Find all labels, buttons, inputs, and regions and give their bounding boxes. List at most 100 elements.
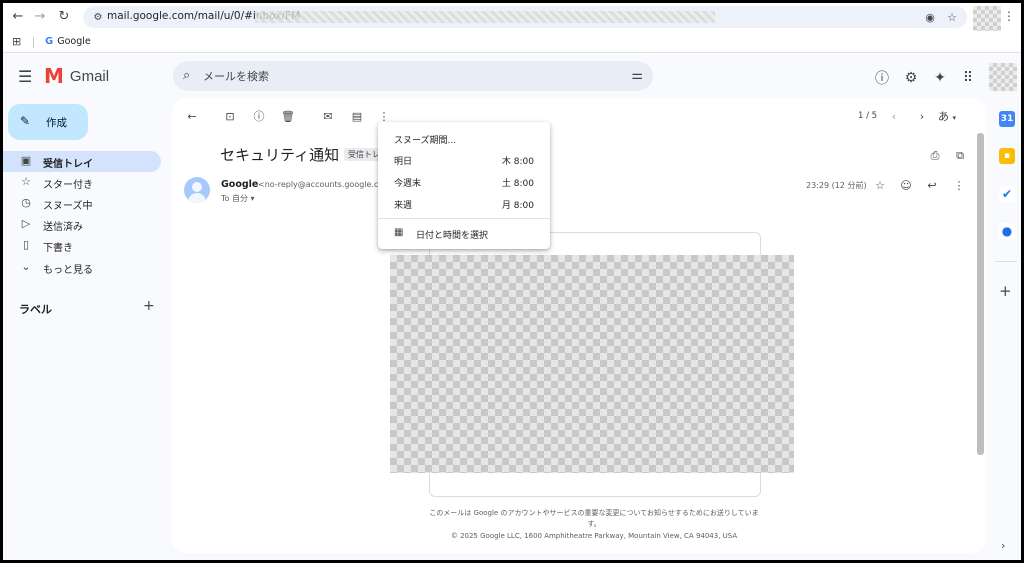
pager-text: 1 / 5	[858, 111, 878, 121]
main-menu-icon[interactable]: ☰	[18, 67, 32, 86]
pick-date-time-label: 日付と時間を選択	[416, 231, 489, 241]
sidebar-item-label: 受信トレイ	[43, 159, 93, 170]
bookmark-google[interactable]: G Google	[45, 36, 91, 47]
back-to-inbox-icon[interactable]: ←	[184, 108, 200, 124]
gemini-sparkle-icon[interactable]: ✦	[931, 69, 949, 87]
bookmark-google-label: Google	[57, 36, 91, 47]
settings-gear-icon[interactable]: ⚙	[902, 69, 920, 87]
draft-icon: ▯	[22, 238, 30, 251]
sidebar-item-snoozed[interactable]: ◷ スヌーズ中	[3, 193, 161, 214]
snooze-option-time: 木 8:00	[501, 157, 534, 167]
snooze-option-next-week[interactable]: 来週 月 8:00	[378, 194, 550, 214]
gmail-m-icon: M	[44, 64, 64, 88]
search-options-icon[interactable]: ⚌	[631, 68, 643, 83]
snooze-option-tomorrow[interactable]: 明日 木 8:00	[378, 150, 550, 170]
caret-down-icon: ▾	[952, 114, 957, 122]
snooze-menu: スヌーズ期間... 明日 木 8:00 今週末 土 8:00 来週 月 8:00…	[378, 122, 550, 249]
email-subject: セキュリティ通知	[220, 146, 340, 164]
delete-icon[interactable]: 🗑	[280, 108, 296, 124]
back-arrow-icon[interactable]: ←	[9, 7, 27, 25]
gmail-logo[interactable]: M Gmail	[44, 66, 109, 86]
account-avatar[interactable]	[989, 63, 1017, 91]
snooze-option-time: 月 8:00	[501, 201, 534, 211]
pick-date-time-option[interactable]: ▦ 日付と時間を選択	[378, 223, 550, 245]
newer-chevron-icon[interactable]: ‹	[886, 108, 902, 124]
side-panel-divider	[995, 261, 1017, 262]
reply-icon[interactable]: ↩	[925, 178, 939, 192]
search-icon[interactable]: ⌕	[183, 68, 190, 83]
reading-pane: ← ⊡ ⓘ 🗑 ✉ ▤ ⋮ 1 / 5 ‹ › あ ▾ セキュリティ通知 受信ト…	[172, 98, 986, 553]
snooze-option-label: 今週末	[394, 179, 422, 189]
sender-avatar[interactable]	[184, 177, 210, 203]
contacts-app-icon[interactable]: ●	[999, 223, 1015, 239]
report-spam-icon[interactable]: ⓘ	[251, 108, 267, 124]
message-time: 23:29 (12 分前)	[806, 181, 867, 190]
apps-grid-icon[interactable]: ⊞	[12, 35, 21, 48]
move-to-icon[interactable]: ▤	[349, 108, 365, 124]
message-more-icon[interactable]: ⋮	[952, 178, 966, 192]
emoji-reaction-icon[interactable]: ☺	[899, 178, 913, 192]
pencil-icon: ✎	[20, 114, 31, 128]
calendar-icon: ▦	[394, 227, 404, 238]
mark-unread-icon[interactable]: ✉	[320, 108, 336, 124]
get-addons-icon[interactable]: +	[999, 282, 1012, 300]
sidebar-item-label: スター付き	[43, 180, 93, 191]
print-icon[interactable]: ⎙	[928, 149, 942, 163]
help-icon[interactable]: ⓘ	[873, 69, 891, 87]
keep-app-icon[interactable]: ▪	[999, 148, 1015, 164]
input-tools-button[interactable]: あ ▾	[938, 108, 956, 124]
address-bar[interactable]: ⚙ mail.google.com/mail/u/0/#inbox/FM ◉ ☆	[83, 6, 967, 28]
gmail-logo-text: Gmail	[69, 67, 110, 85]
archive-icon[interactable]: ⊡	[222, 108, 238, 124]
recipient-text: To 自分	[221, 194, 248, 203]
site-settings-icon[interactable]: ⚙	[91, 10, 105, 24]
browser-profile-avatar[interactable]	[973, 6, 1001, 34]
older-chevron-icon[interactable]: ›	[914, 108, 930, 124]
add-label-icon[interactable]: +	[143, 298, 155, 314]
caret-down-icon: ▾	[250, 194, 255, 203]
inbox-icon: ▣	[20, 154, 32, 167]
browser-toolbar: ← → ↻ ⚙ mail.google.com/mail/u/0/#inbox/…	[3, 3, 1021, 34]
redacted-email-content	[390, 255, 794, 473]
sidebar-item-starred[interactable]: ☆ スター付き	[3, 172, 161, 193]
scrollbar[interactable]	[977, 133, 984, 455]
clock-icon: ◷	[21, 196, 31, 209]
hide-side-panel-icon[interactable]: ›	[1001, 539, 1005, 552]
email-copyright: © 2025 Google LLC, 1600 Amphitheatre Par…	[450, 532, 738, 540]
compose-button[interactable]: ✎ 作成	[8, 104, 88, 140]
menu-divider	[378, 218, 550, 219]
snooze-option-label: 来週	[394, 201, 413, 211]
search-input[interactable]	[203, 66, 603, 86]
eye-icon[interactable]: ◉	[923, 10, 937, 24]
tasks-app-icon[interactable]: ✔	[999, 186, 1015, 202]
sidebar-item-sent[interactable]: ▷ 送信済み	[3, 214, 161, 235]
recipient-details[interactable]: To 自分 ▾	[221, 193, 255, 204]
bookmark-separator	[33, 37, 34, 48]
bookmark-star-icon[interactable]: ☆	[945, 10, 959, 24]
person-head-icon	[192, 182, 202, 192]
reload-icon[interactable]: ↻	[55, 7, 73, 25]
sidebar-item-inbox[interactable]: ▣ 受信トレイ	[3, 151, 161, 172]
search-bar[interactable]: ⌕ ⚌	[173, 61, 653, 91]
person-body-icon	[188, 193, 206, 203]
open-new-window-icon[interactable]: ⧉	[953, 149, 967, 163]
sidebar-item-label: スヌーズ中	[43, 201, 93, 212]
snooze-option-weekend[interactable]: 今週末 土 8:00	[378, 172, 550, 192]
sidebar-item-label: 下書き	[43, 243, 73, 254]
email-footer-text: このメールは Google のアカウントやサービスの重要な変更についてお知らせす…	[429, 509, 759, 528]
browser-window: ← → ↻ ⚙ mail.google.com/mail/u/0/#inbox/…	[3, 3, 1021, 560]
forward-arrow-icon[interactable]: →	[31, 7, 49, 25]
sidebar-item-more[interactable]: ⌄ もっと見る	[3, 257, 161, 278]
input-tools-label: あ	[938, 110, 949, 123]
compose-label: 作成	[46, 117, 67, 129]
sender-name[interactable]: Google	[221, 179, 258, 190]
sidebar-item-drafts[interactable]: ▯ 下書き	[3, 235, 161, 256]
browser-menu-icon[interactable]: ⋮	[1003, 9, 1015, 23]
calendar-app-icon[interactable]: 31	[999, 111, 1015, 127]
chevron-down-icon: ⌄	[21, 260, 31, 273]
sidebar-item-label: もっと見る	[43, 265, 93, 276]
star-icon: ☆	[21, 175, 31, 188]
star-icon[interactable]: ☆	[873, 178, 887, 192]
bookmarks-bar: ⊞ G Google	[3, 31, 1021, 53]
google-apps-icon[interactable]: ⠿	[959, 69, 977, 87]
